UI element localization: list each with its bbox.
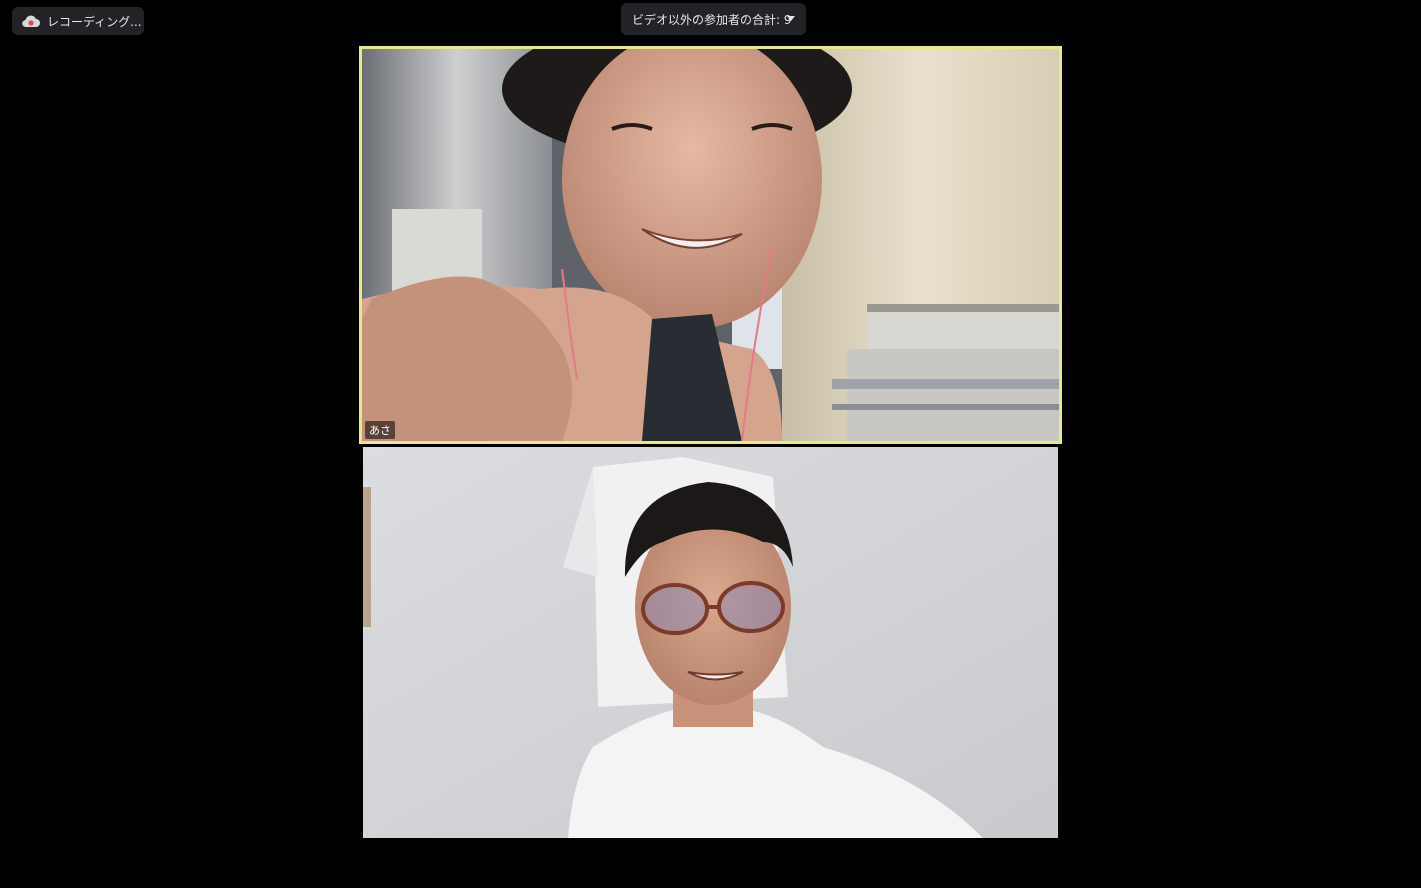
recording-status-button[interactable]: レコーディング...	[12, 7, 144, 35]
video-tile-active-speaker[interactable]: あさ	[359, 46, 1062, 444]
meeting-window: レコーディング... ビデオ以外の参加者の合計: 9 あさ	[0, 0, 1421, 888]
video-feed-top	[362, 49, 1059, 441]
chevron-down-icon	[787, 16, 795, 21]
video-feed-bottom	[363, 447, 1058, 838]
video-tile-participant[interactable]	[363, 447, 1058, 838]
participant-name-tag: あさ	[365, 421, 395, 439]
non-video-participants-dropdown[interactable]: ビデオ以外の参加者の合計: 9	[621, 3, 806, 35]
cloud-record-icon	[21, 14, 41, 28]
non-video-participants-label: ビデオ以外の参加者の合計: 9	[632, 12, 792, 27]
recording-label: レコーディング...	[47, 14, 142, 29]
